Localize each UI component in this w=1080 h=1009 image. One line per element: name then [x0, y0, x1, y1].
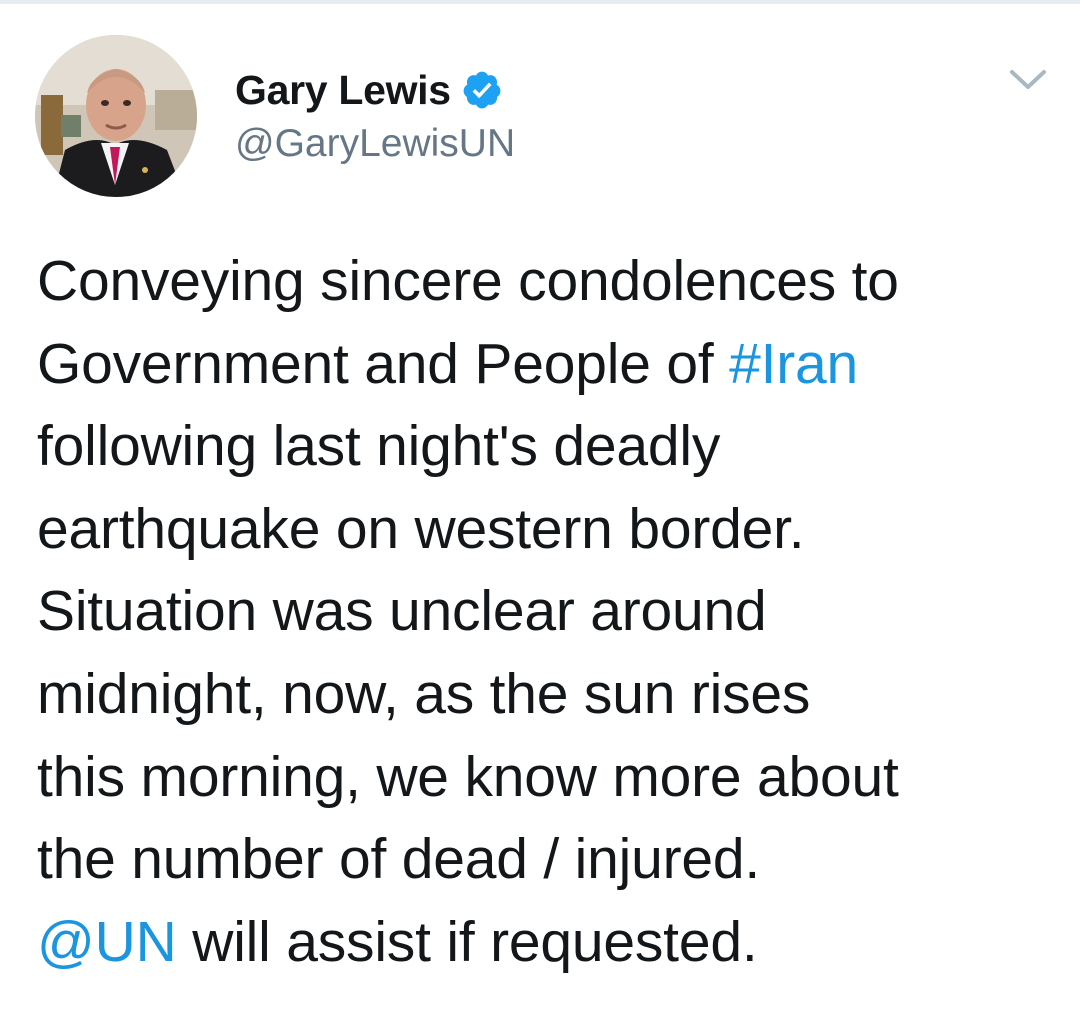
tweet-text: Conveying sincere condolences to Governme… — [37, 240, 1067, 983]
tweet-text-line: following last night's deadly — [37, 405, 1067, 488]
tweet-text-segment: following last night's deadly — [37, 414, 721, 479]
tweet-text-line: @UN will assist if requested. — [37, 901, 1067, 984]
tweet-text-segment: will assist if requested. — [176, 909, 758, 974]
tweet-text-segment: earthquake on western border. — [37, 496, 805, 561]
author-handle[interactable]: @GaryLewisUN — [235, 122, 515, 166]
tweet-text-line: Conveying sincere condolences to — [37, 240, 1067, 323]
tweet-text-line: earthquake on western border. — [37, 488, 1067, 571]
tweet-text-line: the number of dead / injured. — [37, 818, 1067, 901]
tweet-text-segment: Government and People of — [37, 331, 730, 396]
hashtag-link[interactable]: #Iran — [729, 332, 858, 396]
tweet-text-segment: midnight, now, as the sun rises — [37, 661, 811, 726]
top-divider — [0, 0, 1080, 4]
tweet-text-line: Government and People of #Iran — [37, 323, 1067, 406]
mention-link[interactable]: @UN — [37, 910, 177, 974]
author-name-row[interactable]: Gary Lewis — [235, 62, 503, 118]
tweet-text-line: Situation was unclear around — [37, 570, 1067, 653]
avatar[interactable] — [35, 35, 197, 197]
tweet-text-line: midnight, now, as the sun rises — [37, 653, 1067, 736]
tweet-text-line: this morning, we know more about — [37, 736, 1067, 819]
tweet-text-segment: the number of dead / injured. — [37, 827, 761, 892]
chevron-down-icon[interactable] — [1006, 62, 1050, 98]
tweet-text-segment: this morning, we know more about — [37, 744, 899, 809]
author-display-name[interactable]: Gary Lewis — [235, 67, 451, 114]
tweet-text-segment: Situation was unclear around — [37, 579, 767, 644]
tweet-text-segment: Conveying sincere condolences to — [37, 249, 899, 313]
verified-badge-icon — [461, 69, 503, 111]
